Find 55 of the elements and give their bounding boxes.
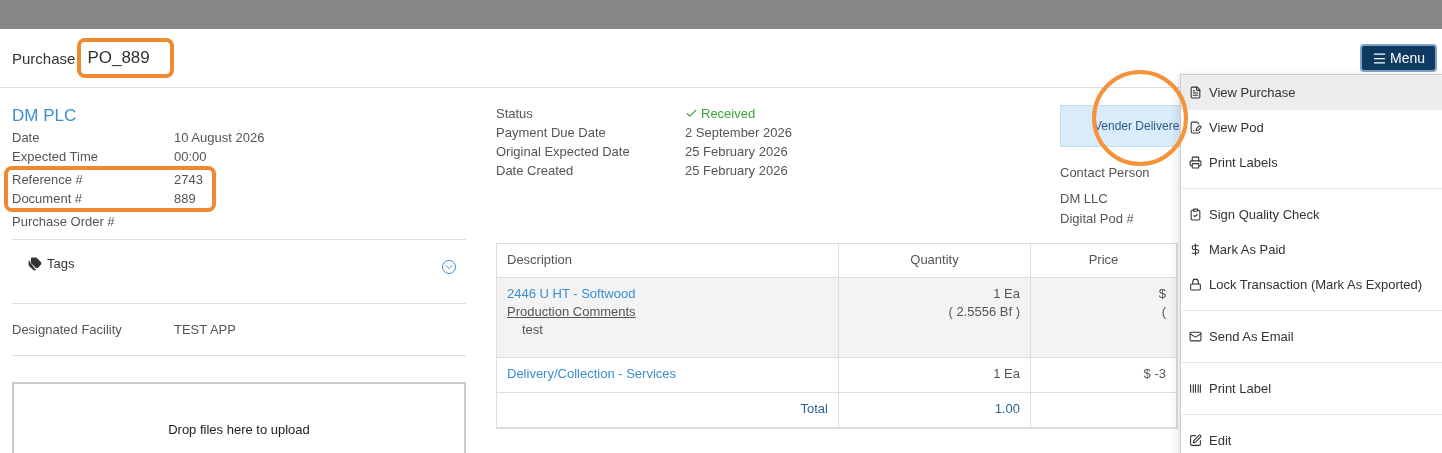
file-dropzone[interactable]: Drop files here to upload [12,382,466,453]
quantity-text: 1 Ea [993,286,1020,301]
purchase-number: PO_889 [77,38,174,78]
field-label: Document # [12,191,84,206]
field-label: Reference # [12,172,84,187]
field-label: Expected Time [12,149,99,164]
contact-text: Digital Pod # [1060,210,1135,228]
menu-button[interactable]: Menu [1359,44,1437,72]
field-value: TEST APP [174,322,236,337]
vendor-name[interactable]: DM PLC [12,106,466,126]
check-icon [685,107,698,120]
quantity-text: 1 Ea [993,366,1020,381]
field-value: 2743 [174,172,203,187]
field-value: 25 February 2026 [685,163,788,178]
comment-label: Production Comments [507,304,636,319]
menu-item[interactable]: View Purchase [1181,75,1442,110]
field-label: Status [496,106,534,121]
status-value: Received [685,106,756,121]
quantity-text: ( 2.5556 Bf ) [948,304,1020,319]
signature-icon [1189,121,1202,134]
total-quantity: 1.00 [994,401,1020,416]
lock-icon [1189,278,1202,291]
field-value: 00:00 [174,149,207,164]
field-value: 889 [174,191,196,206]
product-link[interactable]: Delivery/Collection - Services [507,366,677,381]
field-value: 10 August 2026 [174,130,265,145]
price-text: $ -3 [1143,366,1166,381]
column-header: Price [1031,244,1177,278]
field-value: 2 September 2026 [685,125,792,140]
field-label: Date [12,130,41,145]
barcode-icon [1189,382,1202,395]
menu-icon [1371,50,1387,66]
price-text: $ [1158,286,1166,301]
contact-text: DM LLC [1060,190,1109,208]
field-label: Contact Person [1060,164,1151,182]
column-header: Quantity [839,244,1031,278]
field-label: Date Created [496,163,575,178]
page-title: Purchase [12,49,76,67]
price-text: ( [1161,304,1166,319]
document-icon [1189,86,1202,99]
edit-icon [1189,434,1202,447]
column-header: Description [497,244,839,278]
field-label: Original Expected Date [496,144,631,159]
dollar-icon [1189,243,1202,256]
field-label: Payment Due Date [496,125,607,140]
mail-icon [1189,330,1202,343]
field-label: Designated Facility [12,322,123,337]
tags-icon [28,256,42,271]
field-label: Purchase Order # [12,214,116,229]
field-value: 25 February 2026 [685,144,788,159]
comment-text: test [521,322,543,337]
total-label: Total [800,401,828,416]
clipboard-check-icon [1189,208,1202,221]
tags-label: Tags [28,256,75,271]
printer-icon [1189,156,1202,169]
